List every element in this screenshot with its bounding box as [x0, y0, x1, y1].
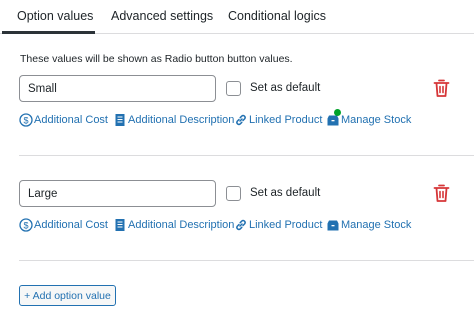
- dollar-circle-icon: $: [19, 113, 33, 127]
- option-values-description: These values will be shown as Radio butt…: [20, 53, 293, 65]
- additional-description-label: Additional Description: [128, 219, 235, 231]
- manage-stock-link[interactable]: Manage Stock: [326, 216, 411, 234]
- add-option-value-button[interactable]: + Add option value: [19, 285, 116, 306]
- set-default-label: Set as default: [250, 82, 321, 94]
- linked-product-link[interactable]: Linked Product: [234, 216, 322, 234]
- stock-status-dot: [334, 109, 341, 116]
- dollar-circle-icon: $: [19, 218, 33, 232]
- tab-option-values[interactable]: Option values: [17, 9, 93, 23]
- manage-stock-label: Manage Stock: [341, 114, 412, 126]
- link-icon: [234, 113, 248, 127]
- set-default-checkbox[interactable]: [226, 186, 241, 201]
- additional-description-link[interactable]: Additional Description: [113, 111, 234, 129]
- manage-stock-label: Manage Stock: [341, 219, 412, 231]
- svg-text:$: $: [23, 220, 28, 230]
- trash-icon[interactable]: [433, 79, 450, 98]
- stock-box-icon: [326, 218, 340, 232]
- document-icon: [113, 113, 127, 127]
- option-value-input[interactable]: [19, 180, 216, 207]
- additional-description-label: Additional Description: [128, 114, 235, 126]
- tab-advanced-settings[interactable]: Advanced settings: [111, 9, 213, 23]
- svg-text:$: $: [23, 115, 28, 125]
- linked-product-link[interactable]: Linked Product: [234, 111, 322, 129]
- linked-product-label: Linked Product: [249, 114, 323, 126]
- active-tab-indicator: [2, 31, 95, 34]
- option-divider: [19, 155, 474, 156]
- option-value-input[interactable]: [19, 75, 216, 102]
- option-divider: [19, 260, 474, 261]
- linked-product-label: Linked Product: [249, 219, 323, 231]
- set-default-checkbox[interactable]: [226, 81, 241, 96]
- stock-box-icon: [326, 109, 341, 127]
- additional-cost-link[interactable]: $ Additional Cost: [19, 216, 108, 234]
- document-icon: [113, 218, 127, 232]
- additional-description-link[interactable]: Additional Description: [113, 216, 234, 234]
- tab-conditional-logics[interactable]: Conditional logics: [228, 9, 326, 23]
- manage-stock-link[interactable]: Manage Stock: [326, 109, 412, 129]
- additional-cost-link[interactable]: $ Additional Cost: [19, 111, 108, 129]
- tab-bar: Option values Advanced settings Conditio…: [0, 0, 474, 34]
- option-actions: $ Additional Cost Additional Description…: [0, 216, 474, 236]
- set-default-label: Set as default: [250, 187, 321, 199]
- trash-icon[interactable]: [433, 184, 450, 203]
- additional-cost-label: Additional Cost: [34, 219, 108, 231]
- link-icon: [234, 218, 248, 232]
- option-actions: $ Additional Cost Additional Description…: [0, 109, 474, 131]
- additional-cost-label: Additional Cost: [34, 114, 108, 126]
